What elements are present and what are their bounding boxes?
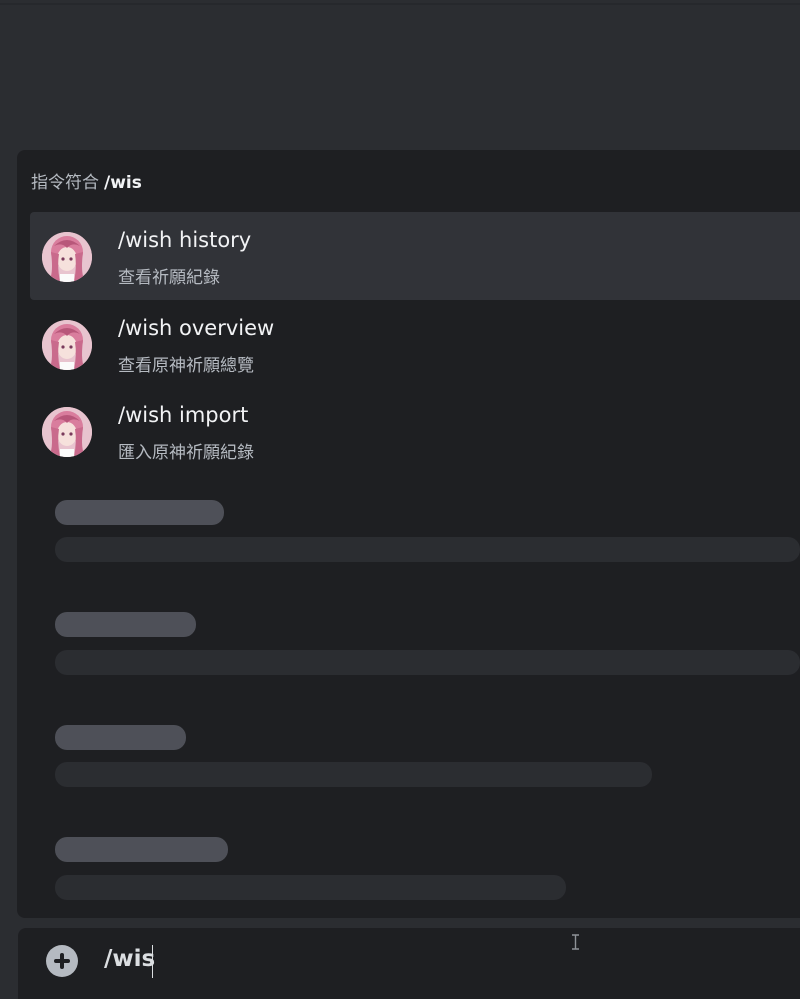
- command-option-wish-overview[interactable]: /wish overview 查看原神祈願總覽: [30, 300, 800, 388]
- message-area: [0, 0, 800, 150]
- skeleton-line: [55, 875, 566, 900]
- command-name: /wish history: [118, 228, 252, 252]
- command-name: /wish overview: [118, 316, 275, 340]
- text-cursor-icon: [572, 934, 579, 950]
- bot-avatar: [42, 407, 92, 457]
- skeleton-line: [55, 537, 800, 562]
- skeleton-title: [55, 612, 196, 637]
- skeleton-title: [55, 837, 228, 862]
- message-input-text[interactable]: /wis: [104, 946, 155, 972]
- command-option-wish-import[interactable]: /wish import 匯入原神祈願紀錄: [30, 387, 800, 475]
- plus-circle-icon[interactable]: [46, 945, 78, 977]
- header-query: /wis: [104, 173, 142, 193]
- skeleton-line: [55, 762, 652, 787]
- command-description: 查看原神祈願總覽: [118, 356, 254, 376]
- command-option-wish-history[interactable]: /wish history 查看祈願紀錄: [30, 212, 800, 300]
- bot-avatar: [42, 320, 92, 370]
- message-input[interactable]: /wis: [18, 928, 800, 999]
- skeleton-line: [55, 650, 800, 675]
- command-description: 匯入原神祈願紀錄: [118, 443, 254, 463]
- command-description: 查看祈願紀錄: [118, 268, 220, 288]
- skeleton-title: [55, 725, 186, 750]
- text-caret: [152, 945, 153, 978]
- skeleton-title: [55, 500, 224, 525]
- divider: [0, 3, 800, 5]
- autocomplete-header: 指令符合/wis: [31, 168, 142, 193]
- bot-avatar: [42, 232, 92, 282]
- command-autocomplete-popout: 指令符合/wis /wish history 查看祈願紀錄 /wish over…: [17, 150, 800, 918]
- header-prefix: 指令符合: [31, 173, 99, 193]
- command-name: /wish import: [118, 403, 249, 427]
